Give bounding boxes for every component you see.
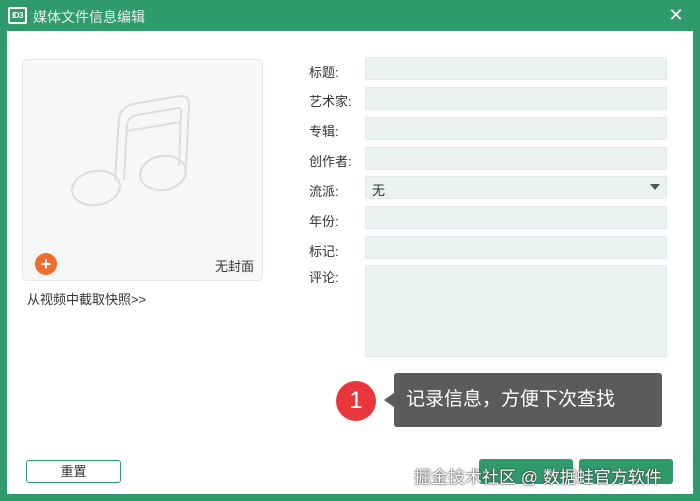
chevron-down-icon [650, 184, 660, 190]
composer-label: 创作者: [309, 154, 352, 169]
title-bar: ID3 媒体文件信息编辑 ✕ [0, 0, 700, 31]
callout-tooltip: 记录信息，方便下次查找 [394, 373, 662, 427]
cover-art-panel[interactable]: + 无封面 [22, 59, 263, 281]
album-input[interactable] [365, 117, 667, 140]
window-title: 媒体文件信息编辑 [33, 9, 145, 25]
comment-label: 评论: [309, 270, 339, 285]
genre-label: 流派: [309, 184, 339, 199]
id3-logo-icon: ID3 [8, 7, 27, 24]
title-label: 标题: [309, 65, 339, 80]
genre-selected-value: 无 [372, 183, 386, 198]
watermark: 掘金技术社区 @ 数据蛙官方软件 [414, 468, 662, 487]
title-input[interactable] [365, 57, 667, 80]
reset-button[interactable]: 重置 [26, 460, 121, 483]
tag-label: 标记: [309, 244, 339, 259]
genre-select[interactable]: 无 [365, 176, 667, 199]
no-cover-label: 无封面 [214, 259, 254, 274]
callout-pointer [384, 393, 394, 407]
capture-from-video-link[interactable]: 从视频中截取快照>> [27, 289, 146, 308]
comment-textarea[interactable] [365, 265, 667, 357]
artist-label: 艺术家: [309, 94, 352, 109]
year-input[interactable] [365, 206, 667, 229]
album-label: 专辑: [309, 124, 339, 139]
add-cover-plus-icon[interactable]: + [35, 253, 57, 275]
step-number-badge: 1 [336, 381, 376, 421]
tag-input[interactable] [365, 236, 667, 259]
music-note-icon [71, 94, 191, 207]
close-icon[interactable]: ✕ [664, 3, 688, 27]
composer-input[interactable] [365, 147, 667, 170]
artist-input[interactable] [365, 87, 667, 110]
year-label: 年份: [309, 214, 339, 229]
